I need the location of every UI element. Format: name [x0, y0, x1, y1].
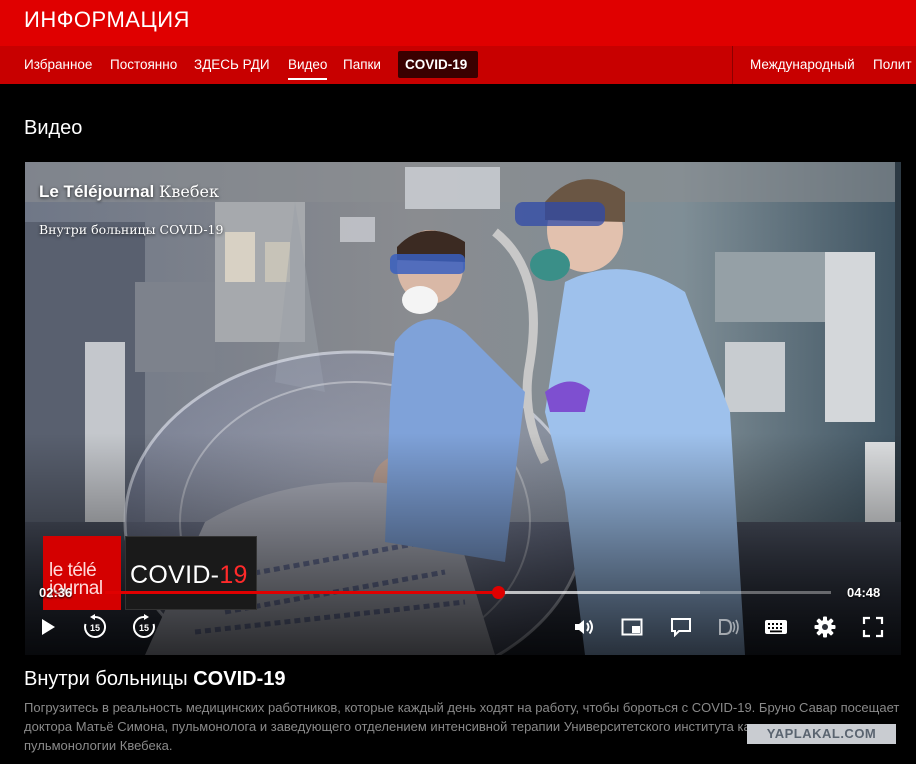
- brand-title[interactable]: ИНФОРМАЦИЯ: [24, 7, 190, 33]
- covid-badge-label: COVID-: [130, 561, 220, 589]
- fullscreen-icon: [862, 616, 884, 638]
- fullscreen-button[interactable]: [860, 614, 886, 640]
- forward-button[interactable]: 15: [131, 614, 157, 640]
- progress-played: [105, 591, 499, 594]
- audio-description-icon: [719, 619, 739, 635]
- covid-badge-text: COVID-19: [130, 561, 248, 590]
- volume-button[interactable]: [571, 614, 597, 640]
- rewind-seconds: 15: [90, 623, 100, 633]
- nav-item-video[interactable]: Видео: [288, 57, 328, 80]
- video-player[interactable]: Le Téléjournal Квебек Внутри больницы CO…: [25, 162, 901, 655]
- play-button[interactable]: [35, 614, 61, 640]
- nav-item-folders[interactable]: Папки: [343, 57, 381, 72]
- show-name: Le Téléjournal Квебек: [39, 182, 219, 202]
- audio-description-button[interactable]: [716, 614, 742, 640]
- current-time: 02:36: [39, 585, 73, 600]
- pip-button[interactable]: [619, 614, 645, 640]
- picture-in-picture-icon: [621, 618, 643, 636]
- show-city: Квебек: [158, 182, 219, 201]
- video-title-prefix: Внутри больницы: [24, 668, 188, 690]
- forward-seconds: 15: [139, 623, 149, 633]
- captions-icon: [671, 618, 691, 637]
- nav-item-continuous[interactable]: Постоянно: [110, 57, 177, 72]
- show-name-label: Le Téléjournal: [39, 182, 155, 201]
- covid-badge: COVID-19: [125, 536, 257, 610]
- rewind-button[interactable]: 15: [82, 614, 108, 640]
- progress-bar[interactable]: [105, 586, 831, 599]
- settings-button[interactable]: [812, 614, 838, 640]
- nav-item-favorites[interactable]: Избранное: [24, 57, 92, 72]
- play-icon: [42, 619, 55, 635]
- nav-item-international[interactable]: Международный: [750, 57, 855, 72]
- watermark-badge: YAPLAKAL.COM: [747, 724, 896, 744]
- top-bar: ИНФОРМАЦИЯ: [0, 0, 916, 46]
- forward-15-icon: 15: [132, 614, 155, 638]
- nav-item-politics[interactable]: Полит: [873, 57, 912, 72]
- keyboard-icon: [765, 620, 787, 634]
- video-title: Внутри больницы COVID-19: [24, 668, 285, 691]
- episode-subtitle: Внутри больницы COVID-19: [39, 222, 224, 237]
- gear-icon: [814, 616, 836, 638]
- keyboard-shortcuts-button[interactable]: [763, 614, 789, 640]
- page-title: Видео: [24, 117, 83, 139]
- rewind-15-icon: 15: [84, 614, 107, 638]
- total-time: 04:48: [847, 585, 881, 600]
- nav-item-rdi[interactable]: ЗДЕСЬ РДИ: [194, 57, 270, 72]
- nav-item-covid[interactable]: COVID-19: [405, 57, 467, 72]
- covid-badge-number: 19: [219, 561, 248, 589]
- volume-icon: [575, 619, 593, 635]
- nav-divider: [732, 46, 733, 84]
- video-title-bold: COVID-19: [193, 668, 286, 690]
- captions-button[interactable]: [668, 614, 694, 640]
